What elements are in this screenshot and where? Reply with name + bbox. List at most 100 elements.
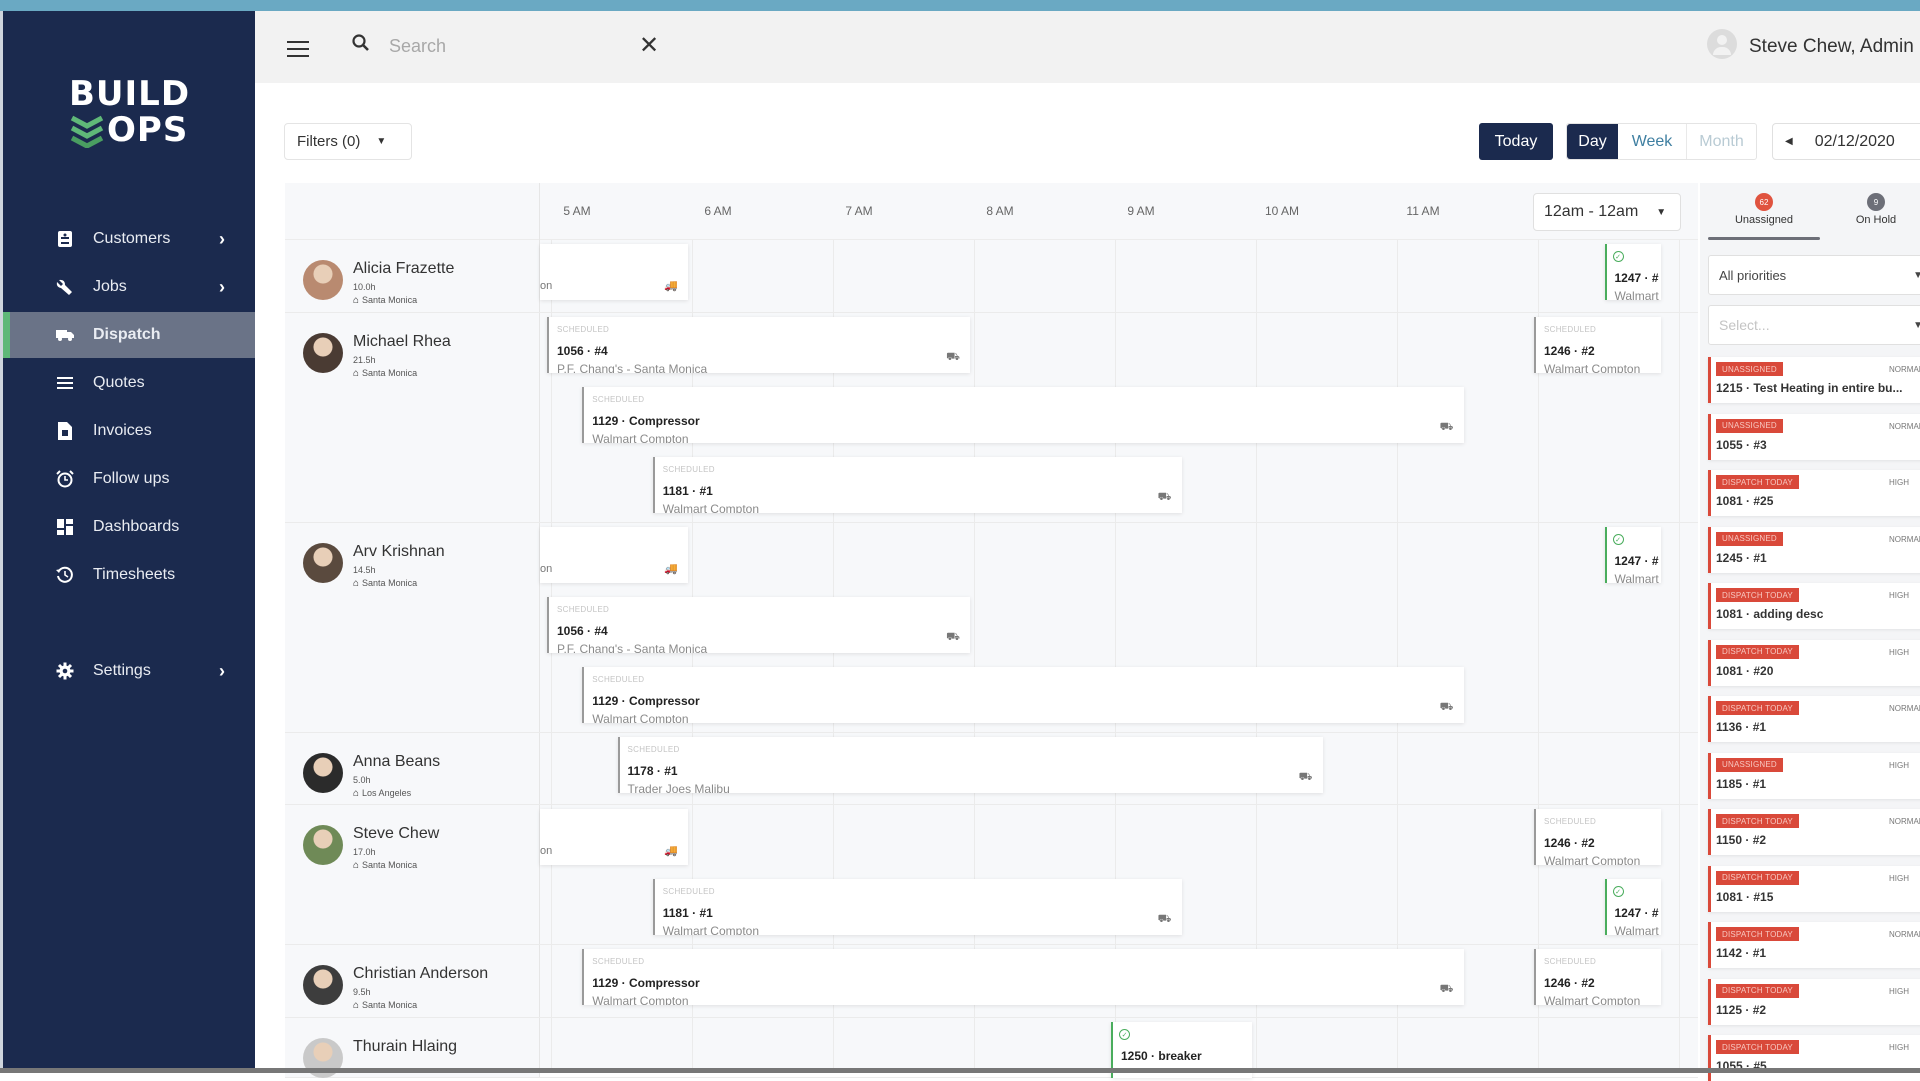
sidebar-item-timesheets[interactable]: Timesheets: [3, 552, 255, 598]
job-event[interactable]: Scheduled 1056 · #4 P.F. Chang's - Santa M…: [547, 317, 970, 373]
job-event[interactable]: ✓ 1247 · # Walmart: [1604, 244, 1661, 300]
sidebar-item-follow-ups[interactable]: Follow ups: [3, 456, 255, 502]
technician-info[interactable]: Christian Anderson 9.5h ⌂ Santa Monica: [285, 945, 540, 1017]
technician-info[interactable]: Arv Krishnan 14.5h ⌂ Santa Monica: [285, 523, 540, 732]
unassigned-job-card[interactable]: Dispatch Today Normal 1136 · #1: [1708, 696, 1920, 742]
unassigned-job-card[interactable]: Dispatch Today Normal 1142 · #1: [1708, 922, 1920, 968]
bottom-scrollbar[interactable]: [0, 1068, 1920, 1073]
technician-location-text: Santa Monica: [362, 368, 418, 378]
technician-info[interactable]: Steve Chew 17.0h ⌂ Santa Monica: [285, 805, 540, 944]
event-status: Scheduled: [662, 465, 715, 474]
unassigned-job-card[interactable]: Dispatch Today High 1055 · #5: [1708, 1035, 1920, 1081]
select-placeholder: Select...: [1719, 317, 1770, 333]
job-event[interactable]: Scheduled 1178 · #1 Trader Joes Malibu ⛟: [617, 737, 1323, 793]
unassigned-job-card[interactable]: Dispatch Today High 1081 · #25 $: [1708, 470, 1920, 516]
truck-icon: 🚚: [664, 280, 678, 292]
technician-name: Anna Beans: [353, 753, 441, 770]
user-avatar[interactable]: [1707, 29, 1737, 59]
tab-on-hold[interactable]: 9 On Hold: [1820, 193, 1920, 226]
job-status-tag: Dispatch Today: [1716, 927, 1799, 941]
technician-info[interactable]: Anna Beans 5.0h ⌂ Los Angeles: [285, 733, 540, 804]
tab-label: Unassigned: [1734, 214, 1794, 226]
job-event[interactable]: Scheduled 1246 · #2 Walmart Compton: [1534, 809, 1661, 865]
event-location: Walmart Compton: [592, 432, 689, 443]
unassigned-job-card[interactable]: Unassigned Normal 1215 · Test Heating in…: [1708, 357, 1920, 403]
job-event[interactable]: Scheduled 1129 · Compressor Walmart Compto…: [582, 949, 1464, 1005]
date-picker[interactable]: ◀ 02/12/2020: [1772, 123, 1920, 160]
priority-filter-select[interactable]: All priorities ▼: [1708, 255, 1920, 295]
today-button[interactable]: Today: [1479, 123, 1553, 160]
time-range-dropdown[interactable]: 12am - 12am ▼: [1533, 193, 1681, 231]
sidebar-item-dispatch[interactable]: Dispatch: [3, 312, 255, 358]
job-event[interactable]: ✓ 1247 · # Walmart: [1604, 879, 1661, 935]
job-event[interactable]: Scheduled 1246 · #2 Walmart Compton: [1534, 949, 1661, 1005]
filters-dropdown[interactable]: Filters (0) ▼: [284, 123, 412, 160]
view-month-button[interactable]: Month: [1687, 124, 1756, 159]
unassigned-job-card[interactable]: Unassigned High 1185 · #1: [1708, 752, 1920, 799]
search-input[interactable]: [389, 33, 629, 59]
job-event[interactable]: Scheduled 1056 · #4 P.F. Chang's - Santa M…: [547, 597, 970, 653]
job-status-tag: Dispatch Today: [1716, 475, 1799, 489]
job-priority: High: [1889, 591, 1909, 600]
clear-search-button[interactable]: ✕: [639, 31, 659, 60]
technician-location: ⌂ Santa Monica: [353, 860, 417, 871]
job-event[interactable]: Scheduled 1181 · #1 Walmart Compton ⛟: [652, 879, 1182, 935]
hour-label: 6 AM: [704, 204, 732, 218]
user-name[interactable]: Steve Chew, Admin: [1749, 36, 1914, 58]
job-event[interactable]: ✓ 1247 · # Walmart: [1604, 527, 1661, 583]
job-title: 1185 · #1: [1716, 776, 1767, 791]
tab-unassigned[interactable]: 62 Unassigned: [1708, 193, 1820, 226]
sidebar-item-quotes[interactable]: Quotes: [3, 360, 255, 406]
caret-left-icon[interactable]: ◀: [1785, 136, 1793, 147]
job-title: 1081 · #15: [1716, 889, 1774, 904]
sidebar-item-jobs[interactable]: Jobs ›: [3, 264, 255, 310]
technician-hours: 9.5h: [353, 987, 371, 997]
event-status: Scheduled: [1544, 325, 1597, 334]
technician-info[interactable]: Alicia Frazette 10.0h ⌂ Santa Monica: [285, 240, 540, 312]
secondary-filter-select[interactable]: Select... ▼: [1708, 305, 1920, 345]
job-priority: High: [1889, 1043, 1909, 1052]
panel-tabs: 62 Unassigned 9 On Hold: [1708, 193, 1920, 241]
job-event[interactable]: Scheduled 1129 · Compressor Walmart Compto…: [582, 387, 1464, 443]
unassigned-job-card[interactable]: Dispatch Today Normal 1150 · #2 $: [1708, 809, 1920, 855]
menu-icon[interactable]: [287, 41, 309, 57]
technician-hours: 14.5h: [353, 565, 376, 575]
technician-location-text: Santa Monica: [362, 860, 418, 870]
truck-icon: ⛟: [946, 631, 960, 643]
job-event[interactable]: Scheduled 1181 · #1 Walmart Compton ⛟: [652, 457, 1182, 513]
sidebar-item-dashboards[interactable]: Dashboards: [3, 504, 255, 550]
technician-location: ⌂ Santa Monica: [353, 295, 417, 306]
job-event[interactable]: Scheduled 1246 · #2 Walmart Compton: [1534, 317, 1661, 373]
event-location: Trader Joes Malibu: [627, 782, 730, 793]
sidebar-item-customers[interactable]: Customers ›: [3, 216, 255, 262]
job-event[interactable]: Scheduled 1129 · Compressor Walmart Compto…: [582, 667, 1464, 723]
home-icon: ⌂: [353, 860, 360, 871]
sidebar-item-invoices[interactable]: Invoices: [3, 408, 255, 454]
view-week-button[interactable]: Week: [1618, 124, 1687, 159]
unassigned-job-card[interactable]: Dispatch Today High 1081 · adding desc $: [1708, 583, 1920, 629]
sidebar-item-settings[interactable]: Settings ›: [3, 648, 255, 694]
check-circle-icon: ✓: [1612, 534, 1624, 545]
unassigned-count-badge: 62: [1755, 193, 1773, 211]
event-title: 1129 · Compressor: [592, 976, 700, 990]
unassigned-job-card[interactable]: Unassigned Normal 1055 · #3: [1708, 413, 1920, 460]
unassigned-job-card[interactable]: Dispatch Today High 1125 · #2 $: [1708, 978, 1920, 1025]
view-day-button[interactable]: Day: [1567, 124, 1618, 159]
job-event[interactable]: on 🚚: [540, 244, 688, 300]
job-event[interactable]: on 🚚: [540, 809, 688, 865]
technician-avatar: [303, 333, 343, 373]
unassigned-job-card[interactable]: Unassigned Normal 1245 · #1: [1708, 526, 1920, 573]
technician-avatar: [303, 543, 343, 583]
technician-info[interactable]: Michael Rhea 21.5h ⌂ Santa Monica: [285, 313, 540, 522]
caret-down-icon: ▼: [1913, 269, 1920, 281]
unassigned-job-card[interactable]: Dispatch Today High 1081 · #20 $: [1708, 639, 1920, 686]
event-title: 1246 · #2: [1544, 976, 1595, 990]
job-title: 1136 · #1: [1716, 720, 1767, 734]
job-title: 1055 · #3: [1716, 437, 1767, 452]
history-icon: [56, 566, 74, 584]
unassigned-job-card[interactable]: Dispatch Today High 1081 · #15 $: [1708, 865, 1920, 912]
technician-row: Arv Krishnan 14.5h ⌂ Santa Monica on 🚚 ✓ 12…: [285, 523, 1698, 733]
truck-icon: ⛟: [1157, 913, 1172, 925]
buildops-logo[interactable]: BUILD OPS: [69, 76, 199, 148]
job-event[interactable]: on 🚚: [540, 527, 688, 583]
